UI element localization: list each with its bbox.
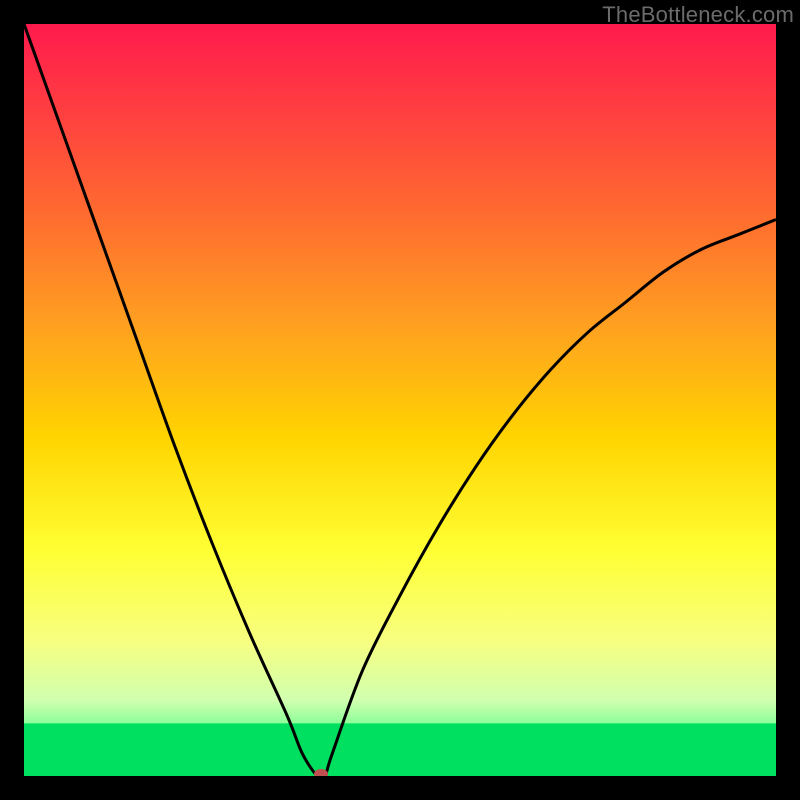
green-band — [24, 723, 776, 776]
chart-svg — [24, 24, 776, 776]
watermark-text: TheBottleneck.com — [602, 2, 794, 28]
background-gradient — [24, 24, 776, 776]
plot-area — [24, 24, 776, 776]
chart-frame — [24, 24, 776, 776]
